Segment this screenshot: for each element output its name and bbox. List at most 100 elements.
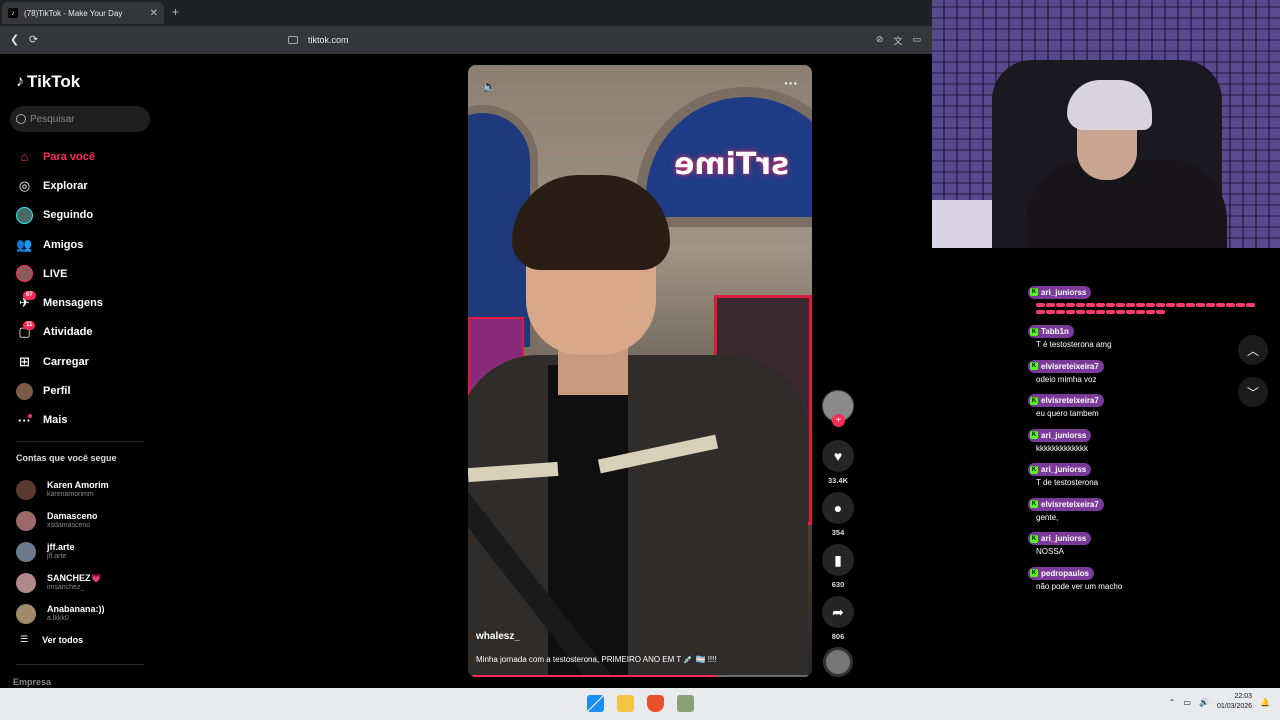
screen: ♪ (78)TikTok - Make Your Day ✕ + ❮ ⟳ tik… [0, 0, 1280, 720]
sidebar-item-live[interactable]: LIVE [16, 259, 156, 288]
emote-icon [1066, 302, 1075, 307]
account-user: imsanchez_ [47, 584, 85, 591]
video-author[interactable]: whalesz_ [476, 631, 520, 642]
taskbar-clock[interactable]: 22:03 01/03/2026 [1217, 692, 1252, 712]
following-account[interactable]: Karen Amorim karenamorimm [16, 474, 156, 505]
emote-icon [1116, 309, 1125, 314]
chevron-down-icon: ﹀ [1246, 385, 1259, 400]
list-icon: ☰ [20, 634, 29, 644]
sidebar-item-amigos[interactable]: 👥 Amigos [16, 230, 156, 259]
sidebar-item-seguindo[interactable]: Seguindo [16, 201, 156, 230]
sidebar-item-carregar[interactable]: ⊞ Carregar [16, 347, 156, 376]
app-icon[interactable] [677, 695, 694, 712]
chat-message: K Tabb1n T é testosterona amg [1028, 320, 1258, 349]
see-all-button[interactable]: ☰ Ver todos [20, 634, 83, 645]
chat-text: eu quero tambem [1036, 409, 1099, 418]
network-icon[interactable]: ▭ [1183, 698, 1191, 707]
following-account[interactable]: Anabanana:)) a.lkkk0 [16, 598, 156, 629]
chat-message: Kari_juniorss kkkkkkkkkkkkk [1028, 423, 1258, 453]
address-bar[interactable]: tiktok.com ⊘ 文 ▭ [280, 31, 925, 49]
sidebar-item-mensagens[interactable]: ✈ 67 Mensagens [16, 288, 156, 317]
music-disc-icon[interactable] [823, 647, 853, 677]
reload-icon[interactable]: ⟳ [29, 33, 38, 46]
profile-avatar-icon [16, 382, 33, 400]
reader-off-icon[interactable]: ⊘ [876, 34, 884, 47]
follow-plus-icon[interactable]: + [832, 414, 845, 427]
like-action[interactable]: ♥ 33.4K [822, 440, 854, 485]
kick-badge-icon: K [1030, 431, 1038, 439]
emote-icon [1096, 309, 1105, 314]
share-icon[interactable]: ➦ [822, 596, 854, 628]
share-action[interactable]: ➦ 806 [822, 596, 854, 641]
logo-text: TikTok [27, 72, 81, 91]
following-account[interactable]: Damasceno xsdamasceno [16, 505, 156, 536]
following-account[interactable]: jff.arte jff.arte [16, 536, 156, 567]
notification-icon[interactable]: 🔔 [1260, 698, 1270, 707]
site-info-icon[interactable] [288, 36, 298, 44]
chat-username: K Tabb1n [1028, 325, 1074, 338]
company-link[interactable]: Empresa [13, 677, 51, 687]
browser-tab[interactable]: ♪ (78)TikTok - Make Your Day ✕ [2, 2, 164, 24]
video-jacket [468, 355, 808, 677]
account-user: jff.arte [47, 553, 67, 560]
sidebar-item-atividade[interactable]: ▢ 11 Atividade [16, 318, 156, 347]
back-arrow-icon[interactable]: ❮ [10, 33, 19, 46]
sidepanel-icon[interactable]: ▭ [912, 34, 921, 47]
sidebar-item-explorar[interactable]: ◎ Explorar [16, 171, 156, 200]
tiktok-sidebar: ♪ TikTok Pesquisar ⌂ Para você ◎ Explora… [0, 54, 160, 688]
heart-icon[interactable]: ♥ [822, 440, 854, 472]
clock-time: 22:03 [1234, 693, 1253, 700]
new-tab-button[interactable]: + [172, 5, 179, 19]
file-explorer-icon[interactable] [617, 695, 634, 712]
sidebar-menu: ⌂ Para você ◎ Explorar Seguindo 👥 Amigos… [16, 142, 156, 435]
sidebar-item-label: Amigos [43, 238, 84, 251]
emote-icon [1116, 302, 1125, 307]
tiktok-logo[interactable]: ♪ TikTok [16, 72, 80, 92]
following-title: Contas que você segue [16, 453, 117, 463]
next-video-button[interactable]: ﹀ [1238, 377, 1268, 407]
sidebar-item-label: Atividade [43, 326, 93, 339]
windows-start-icon[interactable] [587, 695, 604, 712]
account-name: SANCHEZ💗 [47, 573, 102, 583]
comment-icon[interactable]: ● [822, 492, 854, 524]
emote-icon [1226, 302, 1235, 307]
volume-icon[interactable]: 🔈 [482, 79, 497, 93]
search-input[interactable]: Pesquisar [10, 106, 150, 132]
avatar [16, 541, 36, 562]
emote-icon [1036, 302, 1045, 307]
browser-tabbar: ♪ (78)TikTok - Make Your Day ✕ + [0, 0, 932, 26]
sidebar-item-para-voce[interactable]: ⌂ Para você [16, 142, 156, 171]
previous-video-button[interactable]: ︿ [1238, 335, 1268, 365]
sidebar-item-label: Explorar [43, 179, 88, 192]
chat-message: Kpedropaulos não pode ver um macho [1028, 561, 1258, 591]
video-player[interactable]: srTime 🔈 ··· whalesz_ Minha jornada com … [468, 65, 812, 677]
volume-tray-icon[interactable]: 🔊 [1199, 698, 1209, 707]
home-icon: ⌂ [20, 149, 29, 165]
chat-text: T de testosterona [1036, 478, 1099, 487]
sidebar-item-label: Para você [43, 150, 95, 163]
more-options-icon[interactable]: ··· [784, 75, 798, 91]
emote-icon [1046, 302, 1055, 307]
tab-close-icon[interactable]: ✕ [150, 8, 158, 19]
compass-icon: ◎ [18, 177, 31, 193]
video-progress-bar[interactable] [472, 675, 718, 677]
emote-icon [1166, 302, 1175, 307]
sidebar-item-label: LIVE [43, 267, 68, 280]
chat-message: Kari_juniorss T de testosterona [1028, 458, 1258, 487]
comment-action[interactable]: ● 354 [822, 492, 854, 537]
emote-icon [1106, 302, 1115, 307]
brave-browser-icon[interactable] [647, 695, 664, 712]
emote-icon [1126, 302, 1135, 307]
emote-icon [1096, 302, 1105, 307]
sidebar-item-perfil[interactable]: Perfil [16, 376, 156, 405]
sidebar-item-mais[interactable]: ··· Mais [16, 406, 156, 435]
chat-message: Kelvisreteixeira7 odeio mimha voz [1028, 354, 1258, 384]
emote-icon [1076, 309, 1085, 314]
kick-badge-icon: K [1030, 569, 1038, 577]
account-name: Karen Amorim [47, 480, 109, 490]
translate-icon[interactable]: 文 [893, 34, 902, 47]
tray-chevron-up-icon[interactable]: ⌃ [1169, 698, 1176, 707]
bookmark-icon[interactable]: ▮ [822, 544, 854, 576]
save-action[interactable]: ▮ 630 [822, 544, 854, 589]
following-account[interactable]: SANCHEZ💗 imsanchez_ [16, 567, 156, 598]
